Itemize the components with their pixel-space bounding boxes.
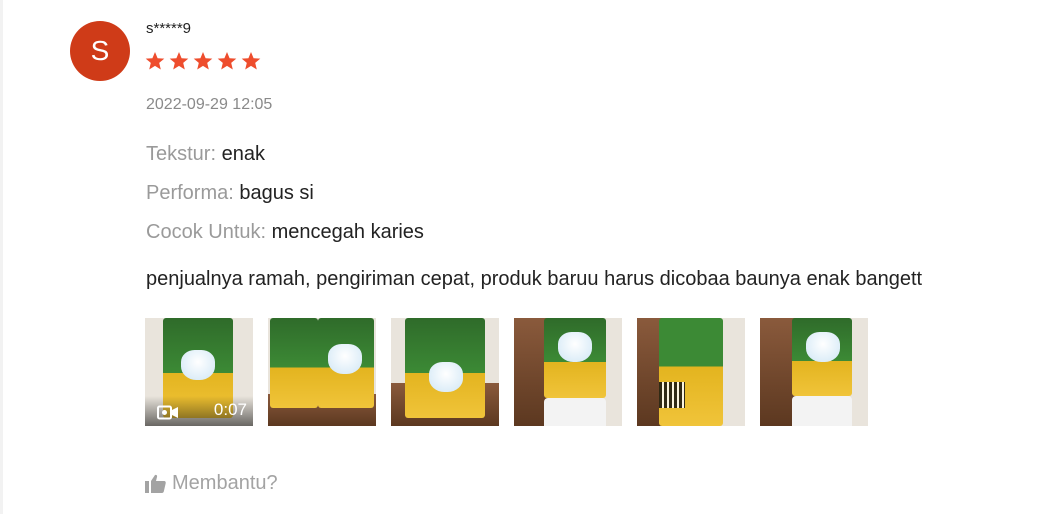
attribute-label: Performa: xyxy=(146,182,234,204)
star-rating xyxy=(145,51,261,71)
attribute-performa: Performa: bagus si xyxy=(146,182,314,205)
star-icon xyxy=(169,51,189,71)
star-icon xyxy=(145,51,165,71)
reviewer-username[interactable]: s*****9 xyxy=(146,20,191,37)
left-border xyxy=(0,0,3,514)
attribute-value: enak xyxy=(221,143,265,165)
photo-thumbnail[interactable] xyxy=(760,318,868,426)
review-media-gallery: 0:07 xyxy=(145,318,868,426)
star-icon xyxy=(193,51,213,71)
attribute-tekstur: Tekstur: enak xyxy=(146,143,265,166)
avatar[interactable]: S xyxy=(70,21,130,81)
star-icon xyxy=(217,51,237,71)
attribute-label: Tekstur: xyxy=(146,143,217,165)
attribute-value: mencegah karies xyxy=(271,221,424,243)
photo-thumbnail[interactable] xyxy=(268,318,376,426)
video-duration: 0:07 xyxy=(213,400,247,419)
photo-thumbnail[interactable] xyxy=(637,318,745,426)
video-thumbnail[interactable]: 0:07 xyxy=(145,318,253,426)
photo-thumbnail[interactable] xyxy=(514,318,622,426)
review-comment: penjualnya ramah, pengiriman cepat, prod… xyxy=(146,268,923,290)
helpful-button[interactable]: Membantu? xyxy=(145,472,278,495)
attribute-label: Cocok Untuk: xyxy=(146,221,267,243)
attribute-value: bagus si xyxy=(239,182,314,204)
star-icon xyxy=(241,51,261,71)
review-timestamp: 2022-09-29 12:05 xyxy=(146,96,273,113)
photo-thumbnail[interactable] xyxy=(391,318,499,426)
video-camera-icon xyxy=(157,405,178,420)
helpful-label: Membantu? xyxy=(172,472,278,494)
thumbs-up-icon xyxy=(145,474,166,493)
attribute-cocok-untuk: Cocok Untuk: mencegah karies xyxy=(146,221,424,244)
